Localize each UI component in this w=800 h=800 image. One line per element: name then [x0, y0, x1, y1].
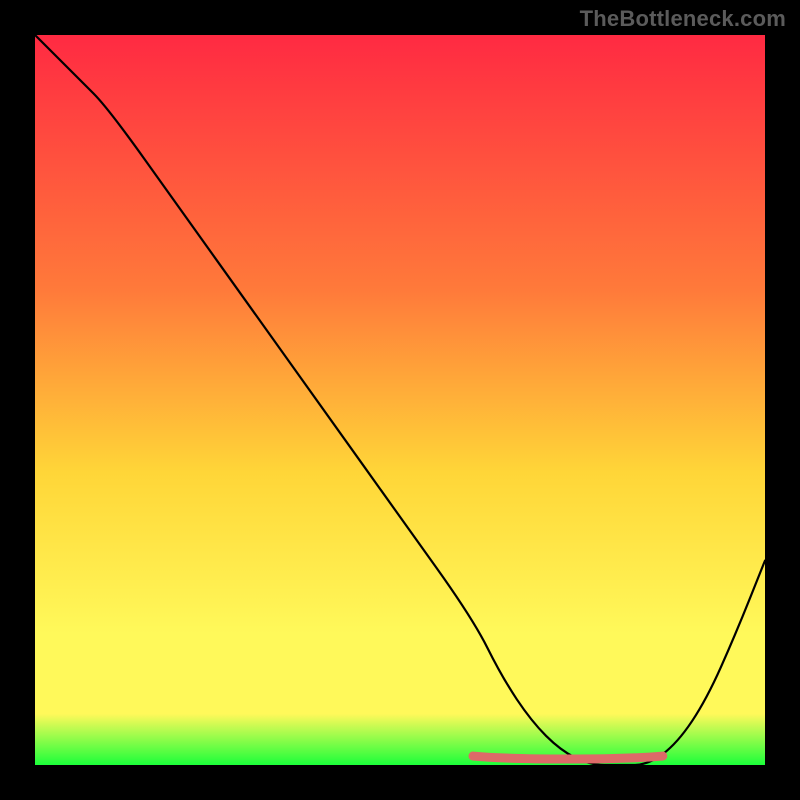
- watermark-text: TheBottleneck.com: [580, 6, 786, 32]
- plot-area: [35, 35, 765, 765]
- bottleneck-curve: [35, 35, 765, 765]
- chart-frame: TheBottleneck.com: [0, 0, 800, 800]
